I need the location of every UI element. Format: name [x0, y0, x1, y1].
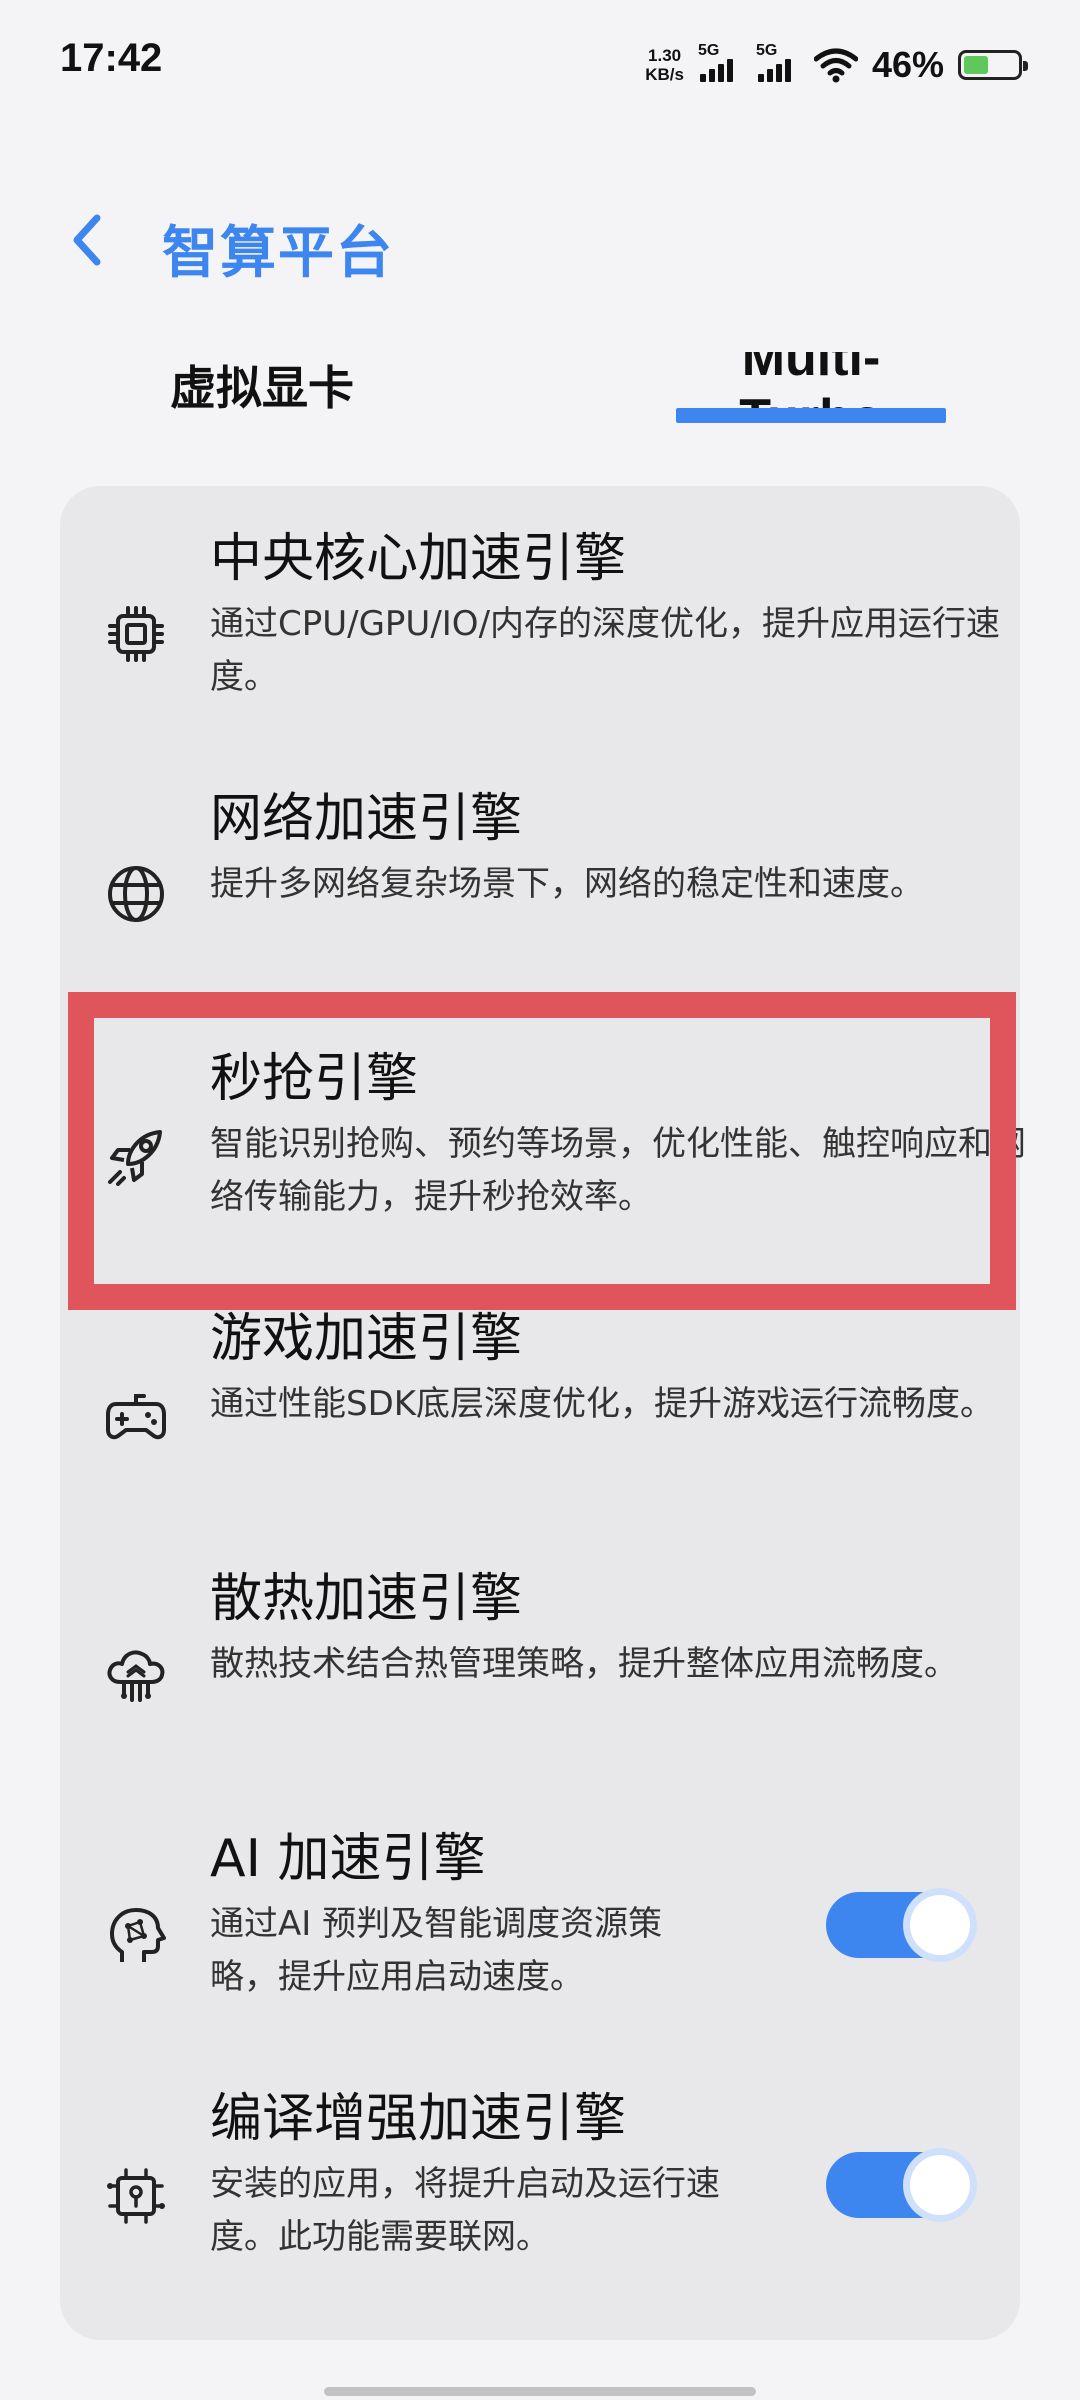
tab-multi-turbo-label: Multi-Turbo	[739, 352, 882, 414]
network-speed-unit: KB/s	[645, 65, 684, 84]
battery-percent: 46%	[871, 44, 944, 85]
engine-item-network[interactable]: 网络加速引擎 提升多网络复杂场景下，网络的稳定性和速度。	[60, 776, 1020, 1038]
engine-description: 通过AI 预判及智能调度资源策略，提升应用启动速度。	[210, 1904, 663, 1997]
globe-icon	[108, 866, 164, 922]
engine-description: 智能识别抢购、预约等场景，优化性能、触控响应和网络传输能力，提升秒抢效率。	[210, 1124, 1026, 1217]
screen: 17:42 1.30 KB/s 5G 5G 46% 智算平台 虚拟显卡 Mult…	[0, 0, 1080, 2400]
wifi-icon	[813, 48, 858, 83]
status-bar: 17:42 1.30 KB/s 5G 5G 46%	[0, 0, 1080, 130]
ai-head-icon	[110, 1908, 166, 1962]
engine-title: 网络加速引擎	[210, 789, 523, 849]
engine-title: 中央核心加速引擎	[210, 529, 627, 589]
engine-title: 秒抢引擎	[210, 1049, 419, 1109]
home-indicator[interactable]	[324, 2387, 756, 2396]
chevron-left-icon	[73, 214, 101, 266]
engine-description: 通过性能SDK底层深度优化，提升游戏运行流畅度。	[210, 1384, 995, 1424]
cpu-chip-icon	[108, 606, 164, 662]
engine-item-cooling[interactable]: 散热加速引擎 散热技术结合热管理策略，提升整体应用流畅度。	[60, 1556, 1020, 1818]
tab-selected-indicator	[676, 408, 946, 423]
gamepad-icon	[106, 1394, 166, 1440]
sim1-network-type: 5G	[697, 42, 720, 59]
status-indicators: 1.30 KB/s 5G 5G 46%	[645, 40, 1028, 90]
engine-title: 散热加速引擎	[210, 1569, 523, 1629]
sim2-signal-icon: 5G	[756, 42, 800, 88]
engine-title: AI 加速引擎	[210, 1829, 486, 1889]
rocket-icon	[108, 1130, 162, 1186]
sim1-signal-icon: 5G	[698, 42, 742, 88]
compile-engine-toggle[interactable]	[826, 2152, 976, 2218]
engine-item-cpu[interactable]: 中央核心加速引擎 通过CPU/GPU/IO/内存的深度优化，提升应用运行速度。	[60, 516, 1020, 778]
toggle-knob	[910, 2155, 970, 2215]
sim2-network-type: 5G	[755, 42, 778, 59]
tab-virtual-gpu[interactable]: 虚拟显卡	[170, 352, 354, 418]
cooling-cloud-icon	[107, 1650, 165, 1702]
engine-title: 编译增强加速引擎	[210, 2089, 627, 2149]
compile-chip-icon	[107, 2168, 165, 2224]
engine-description: 提升多网络复杂场景下，网络的稳定性和速度。	[210, 864, 924, 904]
engine-title: 游戏加速引擎	[210, 1309, 523, 1369]
battery-fill	[964, 56, 988, 74]
battery-icon	[958, 50, 1028, 80]
engine-description: 通过CPU/GPU/IO/内存的深度优化，提升应用运行速度。	[210, 604, 1001, 697]
engine-item-game[interactable]: 游戏加速引擎 通过性能SDK底层深度优化，提升游戏运行流畅度。	[60, 1296, 1020, 1558]
engine-list-card: 中央核心加速引擎 通过CPU/GPU/IO/内存的深度优化，提升应用运行速度。 …	[60, 486, 1026, 2340]
network-speed-value: 1.30	[648, 46, 682, 65]
engine-item-compile[interactable]: 编译增强加速引擎 安装的应用，将提升启动及运行速度。此功能需要联网。	[60, 2076, 1020, 2338]
engine-item-flash-sale[interactable]: 秒抢引擎 智能识别抢购、预约等场景，优化性能、触控响应和网络传输能力，提升秒抢效…	[60, 1036, 1026, 1298]
engine-description: 散热技术结合热管理策略，提升整体应用流畅度。	[210, 1644, 958, 1684]
engine-description: 安装的应用，将提升启动及运行速度。此功能需要联网。	[210, 2164, 720, 2257]
app-header: 智算平台	[0, 190, 1080, 300]
network-speed: 1.30 KB/s	[645, 46, 684, 84]
back-button[interactable]	[62, 210, 112, 270]
page-title: 智算平台	[162, 221, 394, 286]
status-time: 17:42	[60, 36, 163, 80]
toggle-knob	[910, 1895, 970, 1955]
ai-engine-toggle[interactable]	[826, 1892, 976, 1958]
engine-item-ai[interactable]: AI 加速引擎 通过AI 预判及智能调度资源策略，提升应用启动速度。	[60, 1816, 1020, 2078]
tab-multi-turbo[interactable]: Multi-Turbo	[676, 352, 946, 414]
tab-bar: 虚拟显卡 Multi-Turbo	[0, 340, 1080, 440]
